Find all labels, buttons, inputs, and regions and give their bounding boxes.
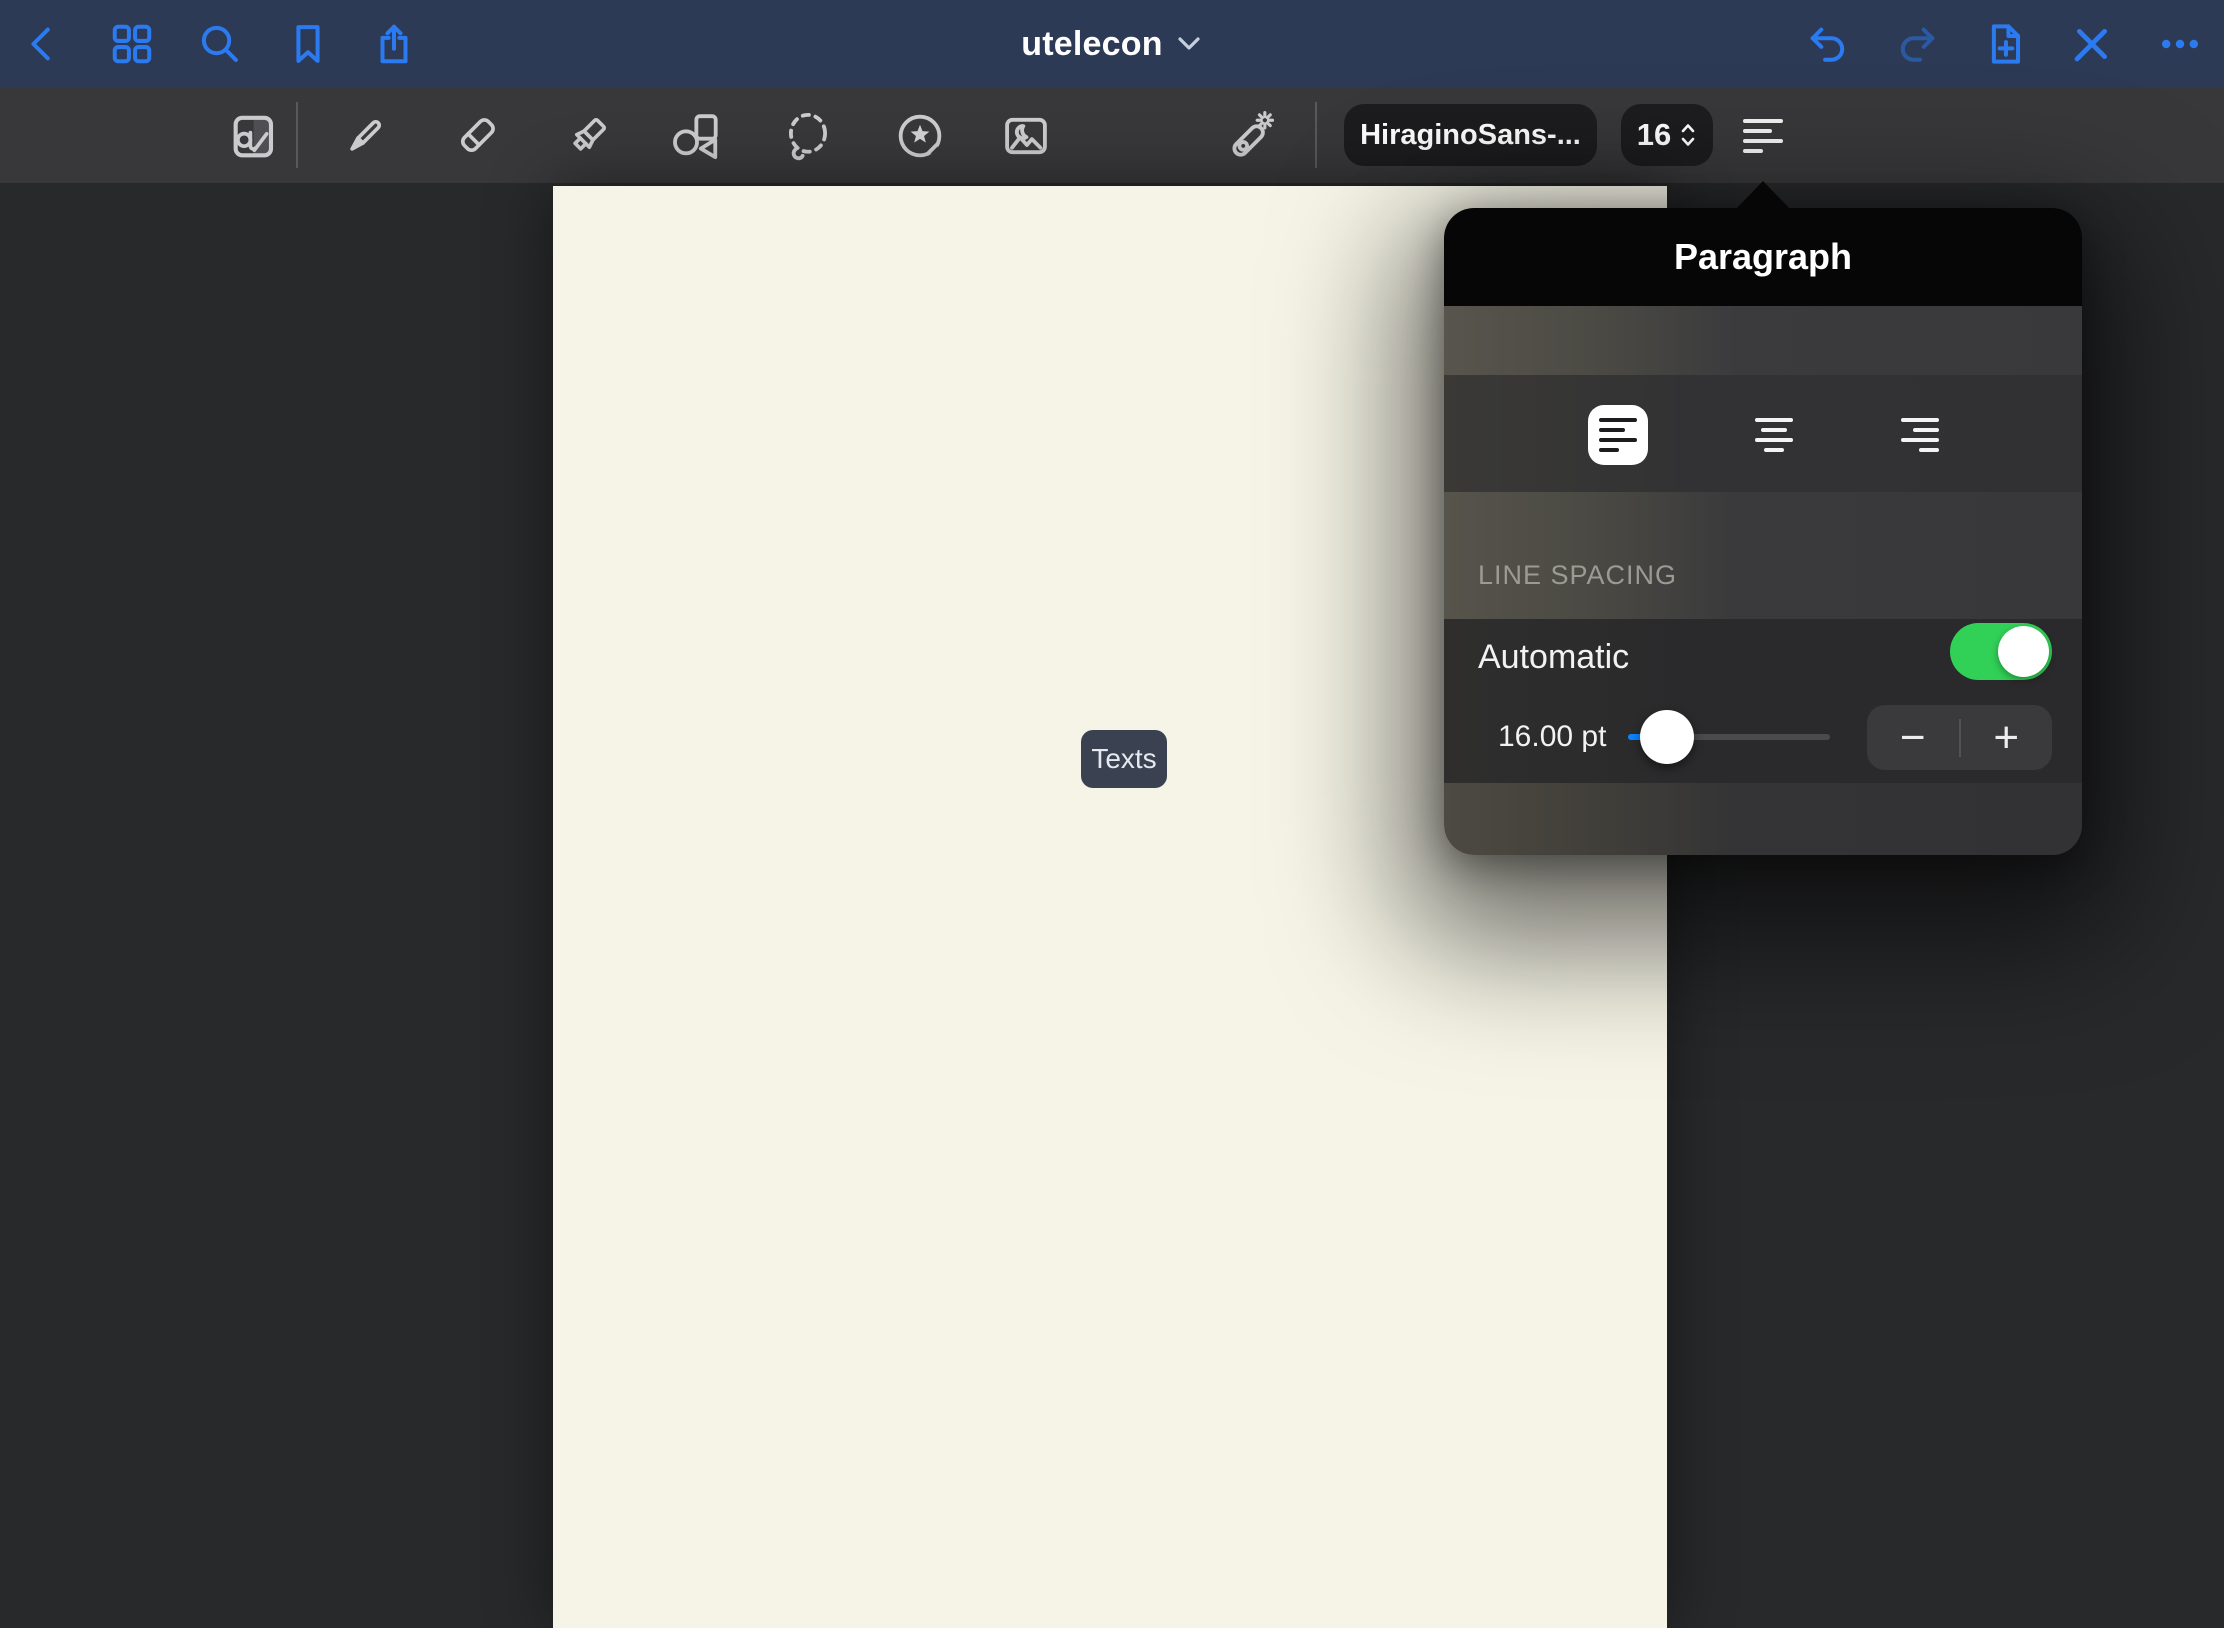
stickers-tool[interactable] bbox=[890, 88, 950, 183]
spacing-value: 16.00 pt bbox=[1498, 720, 1606, 754]
ellipsis-icon bbox=[2157, 21, 2203, 67]
eraser-tool[interactable] bbox=[447, 88, 507, 183]
popover-band bbox=[1444, 306, 2082, 375]
laser-pointer-tool[interactable] bbox=[1220, 88, 1280, 183]
pen-icon bbox=[339, 110, 391, 162]
back-button[interactable] bbox=[15, 0, 71, 88]
automatic-label: Automatic bbox=[1478, 638, 1629, 677]
photo-icon bbox=[999, 109, 1053, 163]
highlighter-tool[interactable] bbox=[558, 88, 618, 183]
app-screen: utelecon bbox=[0, 0, 2224, 1628]
text-object-label: Texts bbox=[1091, 743, 1156, 775]
increase-spacing-button[interactable]: + bbox=[1961, 716, 2053, 760]
align-right-button[interactable] bbox=[1890, 405, 1950, 465]
document-view-tool[interactable] bbox=[223, 88, 283, 183]
automatic-toggle[interactable] bbox=[1950, 623, 2052, 680]
add-page-icon bbox=[1982, 21, 2028, 67]
lasso-tool[interactable] bbox=[778, 88, 838, 183]
paragraph-popover: Paragraph LINE SPACING Automatic 16.00 p… bbox=[1444, 208, 2082, 855]
page-title: utelecon bbox=[1021, 25, 1162, 64]
toggle-knob bbox=[1998, 626, 2049, 677]
editing-toolbar: T HiraginoSans-... 16 bbox=[0, 88, 2224, 183]
top-navigation-bar: utelecon bbox=[0, 0, 2224, 88]
spacing-stepper: − + bbox=[1867, 705, 2052, 770]
chevron-down-icon bbox=[1177, 36, 1201, 52]
shapes-icon bbox=[668, 109, 722, 163]
align-left-button[interactable] bbox=[1588, 405, 1648, 465]
minus-glyph: − bbox=[1900, 716, 1926, 760]
plus-glyph: + bbox=[1993, 716, 2019, 760]
undo-icon bbox=[1805, 21, 1851, 67]
search-icon bbox=[197, 21, 243, 67]
share-button[interactable] bbox=[366, 0, 422, 88]
slider-thumb[interactable] bbox=[1640, 710, 1694, 764]
shapes-tool[interactable] bbox=[665, 88, 725, 183]
page-text-mode-icon bbox=[227, 110, 279, 162]
toolbar-divider bbox=[1315, 102, 1317, 168]
font-size-value: 16 bbox=[1637, 117, 1671, 153]
align-center-button[interactable] bbox=[1744, 405, 1804, 465]
bookmark-button[interactable] bbox=[280, 0, 336, 88]
align-left-icon bbox=[1599, 418, 1637, 452]
line-spacing-section-label: LINE SPACING bbox=[1478, 560, 1677, 591]
add-page-button[interactable] bbox=[1977, 0, 2033, 88]
font-size-stepper[interactable]: 16 bbox=[1621, 104, 1713, 166]
document-title-button[interactable]: utelecon bbox=[956, 0, 1266, 88]
font-name-label: HiraginoSans-... bbox=[1360, 119, 1581, 152]
redo-button[interactable] bbox=[1889, 0, 1945, 88]
thumbnails-button[interactable] bbox=[104, 0, 160, 88]
bookmark-icon bbox=[285, 21, 331, 67]
stepper-chevrons-icon bbox=[1679, 120, 1697, 150]
popover-arrow bbox=[1736, 181, 1790, 209]
search-button[interactable] bbox=[192, 0, 248, 88]
laser-pointer-icon bbox=[1223, 109, 1277, 163]
align-center-icon bbox=[1755, 418, 1793, 452]
popover-band bbox=[1444, 492, 2082, 619]
image-tool[interactable] bbox=[996, 88, 1056, 183]
highlighter-icon bbox=[562, 110, 614, 162]
grid-icon bbox=[109, 21, 155, 67]
text-object[interactable]: Texts bbox=[1081, 730, 1167, 788]
sticker-star-icon bbox=[893, 109, 947, 163]
lasso-icon bbox=[781, 109, 835, 163]
decrease-spacing-button[interactable]: − bbox=[1867, 716, 1959, 760]
eraser-icon bbox=[451, 110, 503, 162]
font-name-button[interactable]: HiraginoSans-... bbox=[1344, 104, 1597, 166]
pen-cross-icon bbox=[2069, 21, 2115, 67]
align-right-icon bbox=[1901, 418, 1939, 452]
popover-band bbox=[1444, 783, 2082, 855]
more-options-button[interactable] bbox=[2152, 0, 2208, 88]
popover-header: Paragraph bbox=[1444, 208, 2082, 306]
undo-button[interactable] bbox=[1800, 0, 1856, 88]
paragraph-align-button[interactable] bbox=[1733, 88, 1793, 183]
toolbar-divider bbox=[296, 102, 298, 168]
popover-title: Paragraph bbox=[1674, 236, 1852, 278]
redo-icon bbox=[1894, 21, 1940, 67]
align-left-icon bbox=[1743, 119, 1783, 153]
share-icon bbox=[371, 21, 417, 67]
pen-tool[interactable] bbox=[335, 88, 395, 183]
back-chevron-icon bbox=[20, 21, 66, 67]
stop-editing-button[interactable] bbox=[2064, 0, 2120, 88]
